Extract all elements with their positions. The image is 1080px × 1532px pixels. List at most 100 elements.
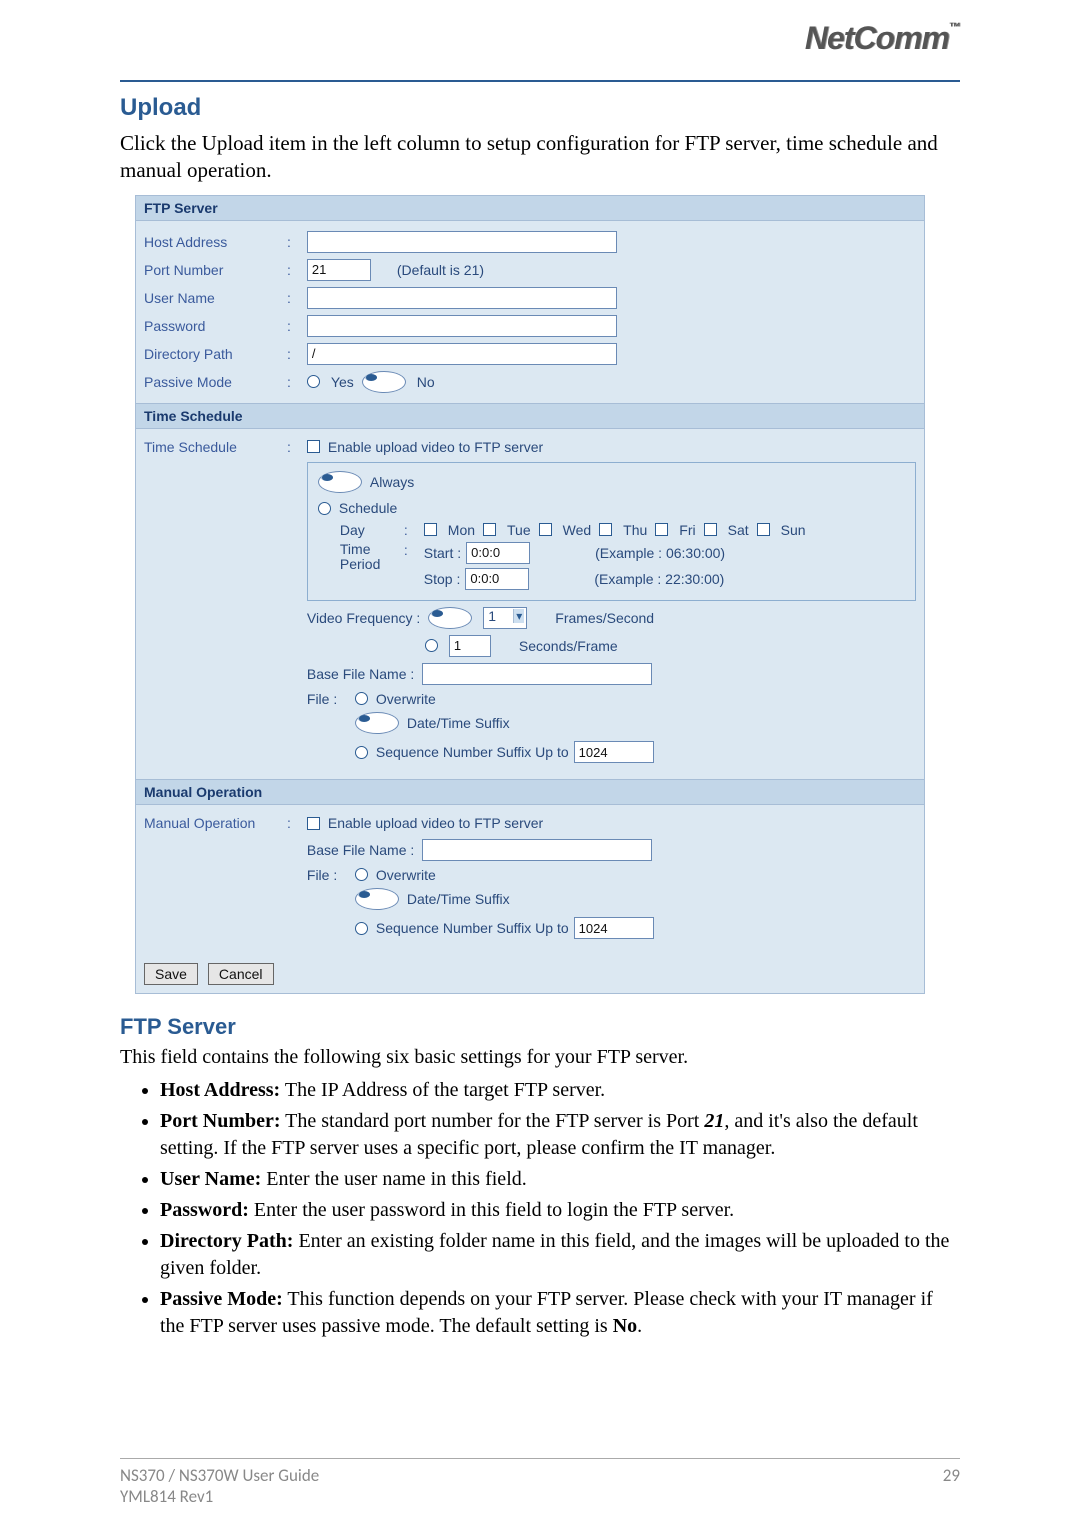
day-label: Day (340, 522, 396, 538)
start-input[interactable] (466, 542, 530, 564)
trademark: ™ (949, 20, 960, 34)
ftp-band: FTP Server (136, 196, 924, 221)
port-hint: (Default is 21) (397, 262, 484, 278)
footer-guide: NS370 / NS370W User Guide (120, 1465, 319, 1486)
wed: Wed (563, 522, 592, 538)
mo-enable-checkbox[interactable] (307, 817, 320, 830)
seq-input[interactable] (574, 741, 654, 763)
start-example: (Example : 06:30:00) (595, 545, 725, 561)
footer-rev: YML814 Rev1 (120, 1486, 319, 1507)
schedule-box: Always Schedule Day : Mon Tue Wed (307, 462, 916, 601)
config-panel: FTP Server Host Address : Port Number : … (135, 195, 925, 995)
dir-label: Directory Path (144, 346, 279, 362)
vf-fps-radio[interactable] (428, 607, 472, 629)
stop-example: (Example : 22:30:00) (594, 571, 724, 587)
ts-enable-label: Enable upload video to FTP server (328, 439, 543, 455)
ts-label: Time Schedule (144, 439, 279, 455)
ftp-subheading: FTP Server (120, 1014, 960, 1040)
passive-label: Passive Mode (144, 374, 279, 390)
mo-seq-label: Sequence Number Suffix Up to (376, 920, 569, 936)
start-label: Start : (424, 545, 461, 561)
page-title: Upload (120, 94, 960, 122)
schedule-label: Schedule (339, 500, 397, 516)
thu: Thu (623, 522, 647, 538)
tue: Tue (507, 522, 531, 538)
mo-file-label: File : (307, 867, 347, 883)
bfn-input[interactable] (422, 663, 652, 685)
brand-logo: NetComm™ (805, 20, 960, 57)
chk-sun[interactable] (757, 523, 770, 536)
datetime-label: Date/Time Suffix (407, 715, 510, 731)
chk-thu[interactable] (599, 523, 612, 536)
host-label: Host Address (144, 234, 279, 250)
chk-mon[interactable] (424, 523, 437, 536)
list-item: Port Number: The standard port number fo… (160, 1108, 960, 1162)
mo-enable-label: Enable upload video to FTP server (328, 815, 543, 831)
brand-name: NetComm (805, 20, 949, 56)
mo-bfn-input[interactable] (422, 839, 652, 861)
user-label: User Name (144, 290, 279, 306)
mo-seq-radio[interactable] (355, 922, 368, 935)
list-item: Password: Enter the user password in thi… (160, 1197, 960, 1224)
host-input[interactable] (307, 231, 617, 253)
bfn-label: Base File Name : (307, 666, 414, 682)
mo-datetime-radio[interactable] (355, 888, 399, 910)
spf-input[interactable] (449, 635, 491, 657)
vf-fps-select[interactable]: 1 (483, 607, 527, 629)
ftp-subintro: This field contains the following six ba… (120, 1046, 960, 1069)
mo-label: Manual Operation (144, 815, 279, 831)
list-item: Directory Path: Enter an existing folder… (160, 1228, 960, 1282)
schedule-radio[interactable] (318, 502, 331, 515)
user-input[interactable] (307, 287, 617, 309)
password-input[interactable] (307, 315, 617, 337)
mon: Mon (448, 522, 475, 538)
timeschedule-band: Time Schedule (136, 403, 924, 429)
always-label: Always (370, 474, 414, 490)
chk-wed[interactable] (539, 523, 552, 536)
dir-input[interactable] (307, 343, 617, 365)
port-label: Port Number (144, 262, 279, 278)
chk-sat[interactable] (704, 523, 717, 536)
intro-text: Click the Upload item in the left column… (120, 130, 960, 185)
fri: Fri (679, 522, 695, 538)
passive-no-label: No (417, 374, 435, 390)
stop-input[interactable] (465, 568, 529, 590)
ts-enable-checkbox[interactable] (307, 440, 320, 453)
mo-seq-input[interactable] (574, 917, 654, 939)
file-seq-radio[interactable] (355, 746, 368, 759)
seq-label: Sequence Number Suffix Up to (376, 744, 569, 760)
always-radio[interactable] (318, 471, 362, 493)
mo-overwrite-label: Overwrite (376, 867, 436, 883)
cancel-button[interactable]: Cancel (208, 963, 274, 985)
fps-label: Frames/Second (555, 610, 654, 626)
mo-bfn-label: Base File Name : (307, 842, 414, 858)
vf-spf-radio[interactable] (425, 639, 438, 652)
passive-yes-radio[interactable] (307, 375, 320, 388)
vf-label: Video Frequency : (307, 610, 420, 626)
stop-label: Stop : (424, 571, 461, 587)
overwrite-label: Overwrite (376, 691, 436, 707)
mo-overwrite-radio[interactable] (355, 868, 368, 881)
page-number: 29 (943, 1465, 960, 1507)
port-input[interactable] (307, 259, 371, 281)
list-item: Passive Mode: This function depends on y… (160, 1286, 960, 1340)
manual-band: Manual Operation (136, 779, 924, 805)
save-button[interactable]: Save (144, 963, 198, 985)
sun: Sun (781, 522, 806, 538)
passive-yes-label: Yes (331, 374, 354, 390)
file-overwrite-radio[interactable] (355, 692, 368, 705)
mo-datetime-label: Date/Time Suffix (407, 891, 510, 907)
time-period-label: Time Period (340, 542, 396, 573)
sat: Sat (728, 522, 749, 538)
passive-no-radio[interactable] (362, 371, 406, 393)
chk-tue[interactable] (483, 523, 496, 536)
page-footer: NS370 / NS370W User Guide YML814 Rev1 29 (120, 1458, 960, 1507)
password-label: Password (144, 318, 279, 334)
file-datetime-radio[interactable] (355, 712, 399, 734)
file-label: File : (307, 691, 347, 707)
chk-fri[interactable] (655, 523, 668, 536)
spf-label: Seconds/Frame (519, 638, 618, 654)
header-rule (120, 80, 960, 82)
ftp-bullet-list: Host Address: The IP Address of the targ… (160, 1077, 960, 1340)
list-item: User Name: Enter the user name in this f… (160, 1166, 960, 1193)
